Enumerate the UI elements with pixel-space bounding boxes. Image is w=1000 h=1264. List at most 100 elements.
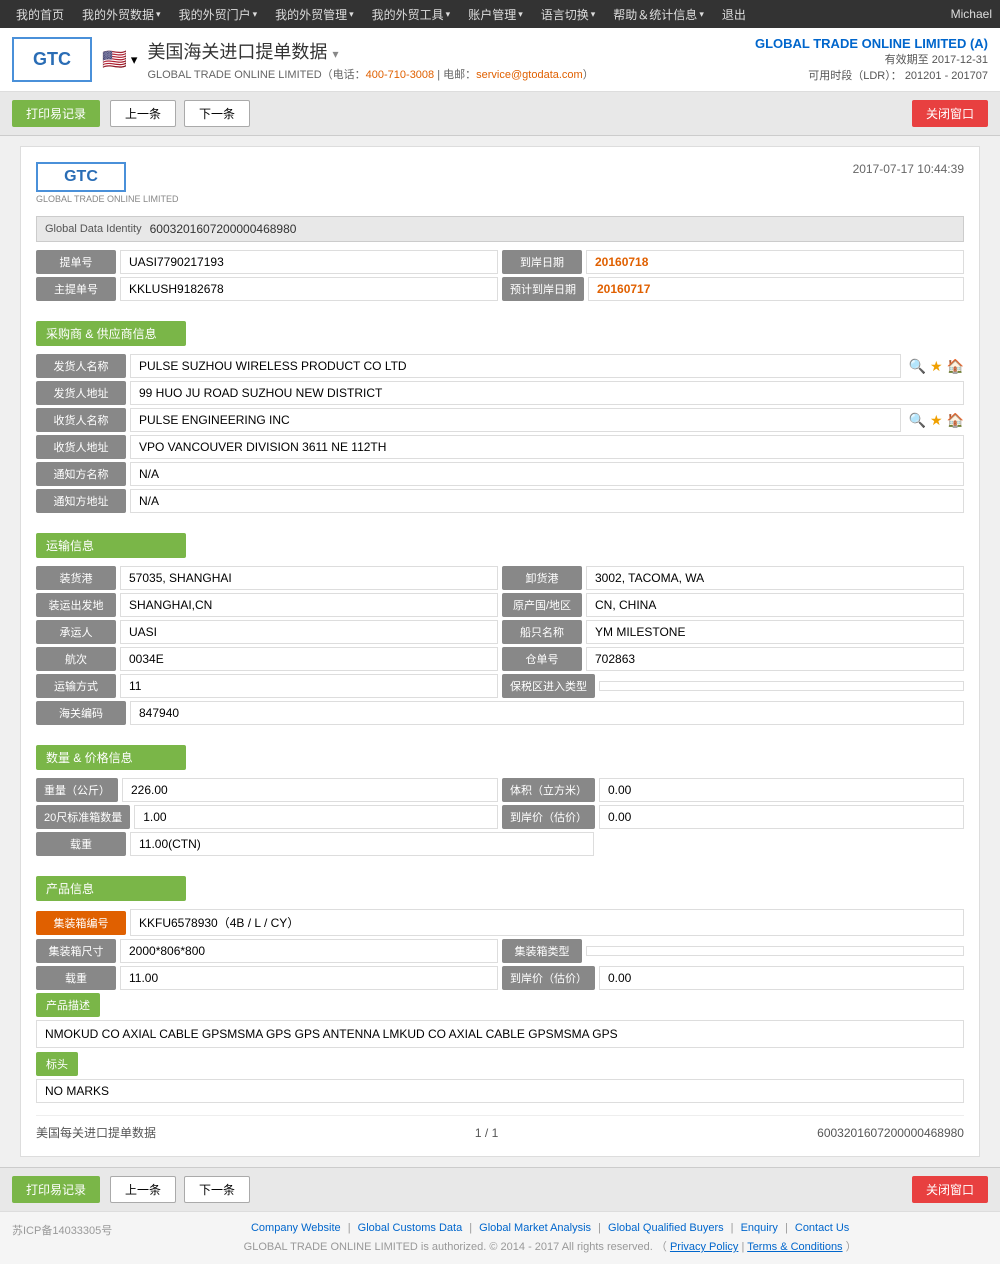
chevron-down-icon: ▾ (591, 9, 596, 20)
vessel-field: 船只名称 YM MILESTONE (502, 620, 964, 644)
shipping-section: 运输信息 装货港 57035, SHANGHAI 卸货港 3002, TACOM… (36, 521, 964, 725)
nav-logout[interactable]: 退出 (714, 2, 754, 27)
voyage-warehouse-row: 航次 0034E 仓单号 702863 (36, 647, 964, 671)
arrival-price-label: 到岸价（估价） (502, 805, 595, 829)
record-header: GTC GLOBAL TRADE ONLINE LIMITED 2017-07-… (36, 162, 964, 204)
transport-value: 11 (120, 674, 498, 698)
master-bill-row: 主提单号 KKLUSH9182678 预计到岸日期 20160717 (36, 277, 964, 301)
shipper-name-row: 发货人名称 PULSE SUZHOU WIRELESS PRODUCT CO L… (36, 354, 964, 378)
footer-link-market[interactable]: Global Market Analysis (479, 1222, 591, 1234)
star-icon[interactable]: ★ (930, 412, 943, 429)
record-id: 6003201607200000468980 (817, 1126, 964, 1140)
expected-arrival-label: 预计到岸日期 (502, 277, 584, 301)
customs-label: 海关编码 (36, 701, 126, 725)
arrival-date-value: 20160718 (586, 250, 964, 274)
qty-label: 载重 (36, 832, 126, 856)
nav-help[interactable]: 帮助＆统计信息 ▾ (605, 2, 712, 27)
search-icon[interactable]: 🔍 (909, 358, 926, 375)
footer-copyright: GLOBAL TRADE ONLINE LIMITED is authorize… (112, 1238, 988, 1254)
discharge-port-field: 卸货港 3002, TACOMA, WA (502, 566, 964, 590)
container-size-field: 集装箱尺寸 2000*806*800 (36, 939, 498, 963)
nav-items: 我的首页 我的外贸数据 ▾ 我的外贸门户 ▾ 我的外贸管理 ▾ 我的外贸工具 ▾… (8, 2, 951, 27)
consignee-name-label: 收货人名称 (36, 408, 126, 432)
email-link[interactable]: service@gtodata.com (476, 69, 583, 81)
quantity-title: 数量 & 价格信息 (36, 745, 186, 770)
print-button[interactable]: 打印易记录 (12, 100, 100, 127)
account-info: GLOBAL TRADE ONLINE LIMITED (A) 有效期至 201… (755, 36, 988, 83)
home-icon[interactable]: 🏠 (947, 412, 964, 429)
nav-portal[interactable]: 我的外贸门户 ▾ (171, 2, 266, 27)
nav-area: 上一条 下一条 (110, 100, 250, 127)
voyage-label: 航次 (36, 647, 116, 671)
nav-lang[interactable]: 语言切换 ▾ (533, 2, 604, 27)
prev-button[interactable]: 上一条 (110, 100, 176, 127)
bonded-field: 保税区进入类型 (502, 674, 964, 698)
close-button[interactable]: 关闭窗口 (912, 100, 988, 127)
footer-terms-link[interactable]: Terms & Conditions (747, 1241, 842, 1253)
notify-name-row: 通知方名称 N/A (36, 462, 964, 486)
search-icon[interactable]: 🔍 (909, 412, 926, 429)
loading-port-label: 装货港 (36, 566, 116, 590)
loading-port-value: 57035, SHANGHAI (120, 566, 498, 590)
nav-data[interactable]: 我的外贸数据 ▾ (74, 2, 169, 27)
marks-area: 标头 NO MARKS (36, 1052, 964, 1103)
footer-link-enquiry[interactable]: Enquiry (741, 1222, 778, 1234)
nav-tools[interactable]: 我的外贸工具 ▾ (364, 2, 459, 27)
prod-qty-price-row: 载重 11.00 到岸价（估价） 0.00 (36, 966, 964, 990)
voyage-value: 0034E (120, 647, 498, 671)
marks-value: NO MARKS (36, 1079, 964, 1103)
footer-link-company[interactable]: Company Website (251, 1222, 341, 1234)
icp-number: 苏ICP备14033305号 (12, 1222, 112, 1238)
nav-manage[interactable]: 我的外贸管理 ▾ (267, 2, 362, 27)
footer-link-customs[interactable]: Global Customs Data (358, 1222, 463, 1234)
nav-account[interactable]: 账户管理 ▾ (460, 2, 531, 27)
bottom-prev-button[interactable]: 上一条 (110, 1176, 176, 1203)
weight-volume-row: 重量（公斤） 226.00 体积（立方米） 0.00 (36, 778, 964, 802)
user-name: Michael (951, 7, 992, 21)
chevron-down-icon: ▾ (253, 9, 258, 20)
data-identity-row: Global Data Identity 6003201607200000468… (36, 216, 964, 242)
carrier-field: 承运人 UASI (36, 620, 498, 644)
bill-number-value: UASI7790217193 (120, 250, 498, 274)
warehouse-label: 仓单号 (502, 647, 582, 671)
vessel-label: 船只名称 (502, 620, 582, 644)
buyer-supplier-section: 采购商 & 供应商信息 发货人名称 PULSE SUZHOU WIRELESS … (36, 309, 964, 513)
prod-qty-label: 载重 (36, 966, 116, 990)
next-button[interactable]: 下一条 (184, 100, 250, 127)
bottom-toolbar: 打印易记录 上一条 下一条 关闭窗口 (0, 1167, 1000, 1211)
place-origin-row: 装运出发地 SHANGHAI,CN 原产国/地区 CN, CHINA (36, 593, 964, 617)
valid-until: 有效期至 2017-12-31 (755, 51, 988, 67)
star-icon[interactable]: ★ (930, 358, 943, 375)
bottom-next-button[interactable]: 下一条 (184, 1176, 250, 1203)
home-icon[interactable]: 🏠 (947, 358, 964, 375)
logo-area: GTC 🇺🇸 ▾ (12, 37, 137, 82)
origin-label: 原产国/地区 (502, 593, 582, 617)
shipper-addr-value: 99 HUO JU ROAD SUZHOU NEW DISTRICT (130, 381, 964, 405)
containers-value: 1.00 (134, 805, 498, 829)
footer-privacy-link[interactable]: Privacy Policy (670, 1241, 738, 1253)
carrier-value: UASI (120, 620, 498, 644)
prod-qty-value: 11.00 (120, 966, 498, 990)
voyage-field: 航次 0034E (36, 647, 498, 671)
record-logo-box: GTC (36, 162, 126, 192)
company-logo: GTC (12, 37, 92, 82)
arrival-price-field: 到岸价（估价） 0.00 (502, 805, 964, 829)
container-size-value: 2000*806*800 (120, 939, 498, 963)
nav-home[interactable]: 我的首页 (8, 2, 72, 27)
origin-value: CN, CHINA (586, 593, 964, 617)
footer-link-contact[interactable]: Contact Us (795, 1222, 849, 1234)
chevron-down-icon: ▾ (156, 9, 161, 20)
arrival-date-field: 到岸日期 20160718 (502, 250, 964, 274)
bottom-print-button[interactable]: 打印易记录 (12, 1176, 100, 1203)
page-info: 1 / 1 (475, 1126, 498, 1140)
bottom-close-button[interactable]: 关闭窗口 (912, 1176, 988, 1203)
loading-place-value: SHANGHAI,CN (120, 593, 498, 617)
prod-price-value: 0.00 (599, 966, 964, 990)
shipper-addr-row: 发货人地址 99 HUO JU ROAD SUZHOU NEW DISTRICT (36, 381, 964, 405)
prod-price-label: 到岸价（估价） (502, 966, 595, 990)
consignee-icons: 🔍 ★ 🏠 (909, 412, 964, 429)
account-name: GLOBAL TRADE ONLINE LIMITED (A) (755, 36, 988, 51)
footer-link-buyers[interactable]: Global Qualified Buyers (608, 1222, 724, 1234)
product-desc-value: NMOKUD CO AXIAL CABLE GPSMSMA GPS GPS AN… (36, 1020, 964, 1048)
phone-link[interactable]: 400-710-3008 (366, 69, 435, 81)
